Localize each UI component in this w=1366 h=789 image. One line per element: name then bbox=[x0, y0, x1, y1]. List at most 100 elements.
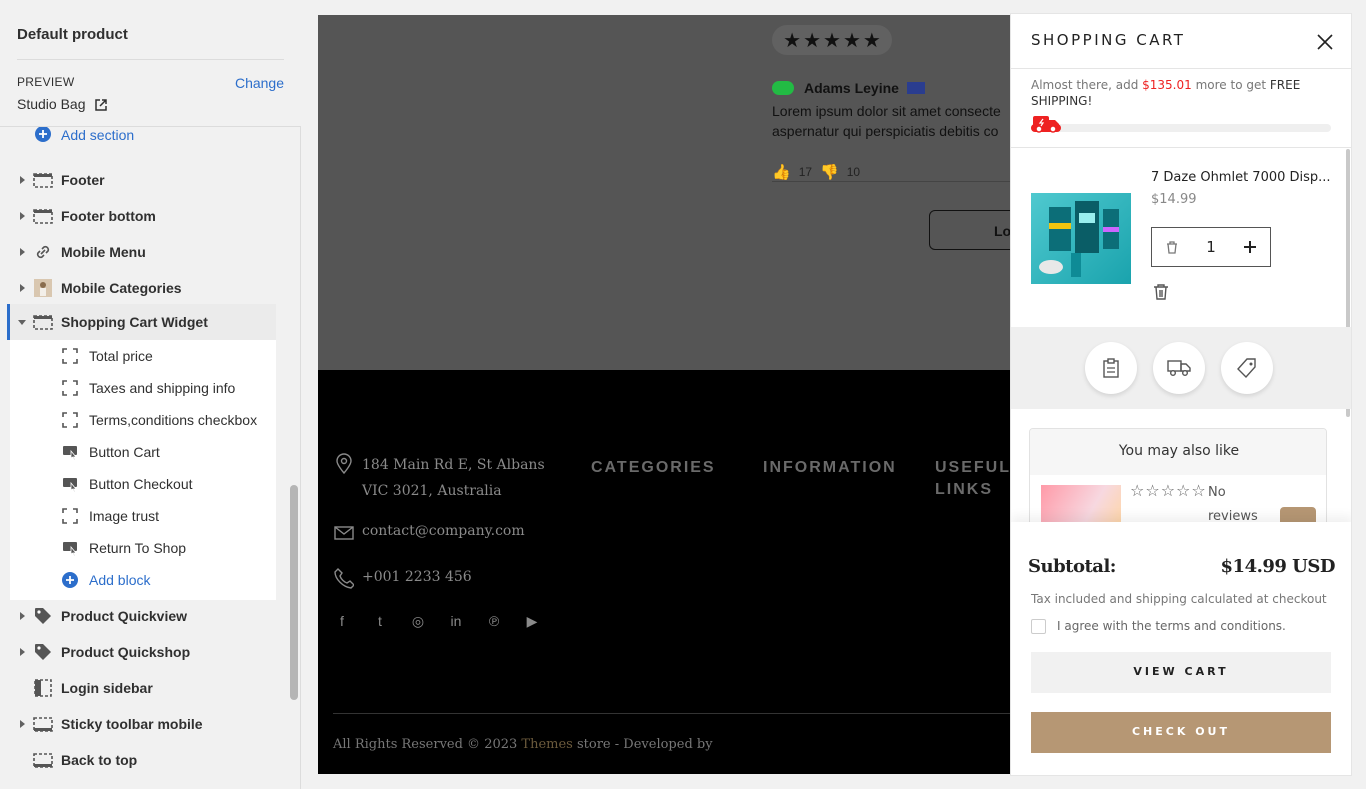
pinterest-icon[interactable]: ℗ bbox=[486, 613, 502, 629]
shipping-estimate-button[interactable] bbox=[1153, 342, 1205, 394]
section-icon bbox=[33, 753, 53, 768]
section-back-to-top[interactable]: Back to top bbox=[0, 742, 286, 778]
caret-right-icon bbox=[20, 248, 25, 256]
reviewer: Adams Leyine bbox=[772, 80, 925, 96]
block-label: Image trust bbox=[89, 508, 160, 524]
copyright-suffix: store - Developed by bbox=[577, 737, 713, 752]
rating-stars: ★ ★ ★ ★ ★ bbox=[772, 25, 892, 55]
instagram-icon[interactable]: ◎ bbox=[410, 613, 426, 629]
block-label: Button Cart bbox=[89, 444, 160, 460]
preview-product[interactable]: Studio Bag bbox=[17, 96, 108, 112]
block-label: Total price bbox=[89, 348, 153, 364]
add-block-label: Add block bbox=[89, 572, 151, 588]
copyright: All Rights Reserved © 2023 Themes store … bbox=[333, 737, 713, 752]
quantity-stepper: 1 bbox=[1151, 227, 1271, 267]
truck-icon bbox=[1033, 116, 1059, 133]
block-label: Terms,conditions checkbox bbox=[89, 412, 258, 428]
block-icon bbox=[62, 412, 78, 428]
external-link-icon bbox=[95, 99, 108, 111]
block-image-trust[interactable]: Image trust bbox=[10, 500, 276, 532]
footer-col-information: INFORMATION bbox=[763, 459, 897, 476]
section-login-sidebar[interactable]: Login sidebar bbox=[0, 670, 286, 706]
section-footer-bottom[interactable]: Footer bottom bbox=[0, 198, 286, 234]
footer-phone[interactable]: +001 2233 456 bbox=[362, 569, 472, 585]
twitter-icon[interactable]: t bbox=[372, 613, 388, 629]
block-icon bbox=[62, 380, 78, 396]
thumbs-down-icon[interactable]: 👎 bbox=[820, 163, 839, 181]
button-block-icon bbox=[63, 446, 77, 460]
section-shopping-cart-widget[interactable]: Shopping Cart Widget bbox=[10, 304, 276, 340]
ship-middle: more to get bbox=[1195, 78, 1267, 92]
section-label: Footer bottom bbox=[61, 208, 156, 224]
order-note-button[interactable] bbox=[1085, 342, 1137, 394]
terms-checkbox[interactable] bbox=[1031, 619, 1046, 634]
add-block-button[interactable]: Add block bbox=[10, 564, 276, 596]
trash-icon bbox=[1167, 240, 1177, 254]
subtotal-label: Subtotal: bbox=[1028, 556, 1116, 577]
caret-down-icon bbox=[18, 319, 26, 325]
quantity-increase-button[interactable] bbox=[1230, 228, 1270, 266]
free-shipping-message: Almost there, add $135.01 more to get FR… bbox=[1031, 77, 1331, 109]
product-thumbnail[interactable] bbox=[1031, 193, 1131, 284]
youtube-icon[interactable]: ▶ bbox=[524, 613, 540, 629]
section-product-quickshop[interactable]: Product Quickshop bbox=[0, 634, 286, 670]
address-line-1: 184 Main Rd E, St Albans bbox=[362, 457, 545, 473]
dislikes-count: 10 bbox=[846, 165, 861, 179]
section-list: Add section Footer Footer bottom Mobile … bbox=[0, 127, 286, 789]
section-label: Shopping Cart Widget bbox=[61, 314, 208, 330]
social-links: f t ◎ in ℗ ▶ bbox=[334, 613, 540, 629]
facebook-icon[interactable]: f bbox=[334, 613, 350, 629]
footer-col-categories: CATEGORIES bbox=[591, 459, 716, 476]
block-return-to-shop[interactable]: Return To Shop bbox=[10, 532, 276, 564]
quantity-decrease-button[interactable] bbox=[1152, 228, 1192, 266]
dimmed-content bbox=[318, 15, 1010, 370]
thumbs-up-icon[interactable]: 👍 bbox=[772, 163, 791, 181]
coupon-button[interactable] bbox=[1221, 342, 1273, 394]
quantity-value[interactable]: 1 bbox=[1192, 238, 1230, 256]
caret-right-icon bbox=[20, 720, 25, 728]
section-mobile-menu[interactable]: Mobile Menu bbox=[0, 234, 286, 270]
brand-link[interactable]: Themes bbox=[521, 737, 572, 752]
section-product-quickview[interactable]: Product Quickview bbox=[0, 598, 286, 634]
block-button-checkout[interactable]: Button Checkout bbox=[10, 468, 276, 500]
cart-item-price: $14.99 bbox=[1151, 192, 1197, 207]
section-mobile-categories[interactable]: Mobile Categories bbox=[0, 270, 286, 306]
sidebar-scrollbar[interactable] bbox=[290, 485, 298, 700]
cart-item-name[interactable]: 7 Daze Ohmlet 7000 Disp... bbox=[1151, 170, 1331, 185]
avatar bbox=[772, 81, 794, 95]
ship-prefix: Almost there, add bbox=[1031, 78, 1139, 92]
section-icon bbox=[33, 717, 53, 732]
section-sticky-toolbar-mobile[interactable]: Sticky toolbar mobile bbox=[0, 706, 286, 742]
likes-count: 17 bbox=[798, 165, 813, 179]
section-shopping-cart-widget-panel: Shopping Cart Widget Total price Taxes a… bbox=[10, 304, 276, 600]
block-button-cart[interactable]: Button Cart bbox=[10, 436, 276, 468]
plus-icon bbox=[1244, 241, 1256, 253]
add-section-button[interactable]: Add section bbox=[0, 127, 286, 153]
useful-line-1: USEFUL bbox=[935, 459, 1011, 476]
checkout-button[interactable]: CHECK OUT bbox=[1031, 712, 1331, 753]
mail-icon bbox=[334, 526, 354, 540]
footer-email[interactable]: contact@company.com bbox=[362, 523, 525, 539]
caret-right-icon bbox=[20, 212, 25, 220]
phone-icon bbox=[334, 568, 354, 589]
trash-icon[interactable] bbox=[1152, 283, 1170, 301]
view-cart-button[interactable]: VIEW CART bbox=[1031, 652, 1331, 693]
caret-right-icon bbox=[20, 612, 25, 620]
block-label: Return To Shop bbox=[89, 540, 187, 556]
section-footer[interactable]: Footer bbox=[0, 162, 286, 198]
change-preview-link[interactable]: Change bbox=[235, 75, 284, 91]
preview-label: PREVIEW bbox=[17, 75, 75, 89]
tag-icon bbox=[1237, 358, 1256, 378]
block-terms-checkbox[interactable]: Terms,conditions checkbox bbox=[10, 404, 276, 436]
linkedin-icon[interactable]: in bbox=[448, 613, 464, 629]
button-block-icon bbox=[63, 478, 77, 492]
close-icon[interactable] bbox=[1315, 32, 1335, 52]
add-section-label: Add section bbox=[61, 127, 135, 143]
tag-icon bbox=[35, 644, 51, 660]
terms-label[interactable]: I agree with the terms and conditions. bbox=[1057, 619, 1286, 633]
page-title: Default product bbox=[17, 26, 128, 43]
block-taxes-shipping[interactable]: Taxes and shipping info bbox=[10, 372, 276, 404]
preview-product-name: Studio Bag bbox=[17, 96, 86, 112]
section-label: Product Quickview bbox=[61, 608, 188, 624]
block-total-price[interactable]: Total price bbox=[10, 340, 276, 372]
